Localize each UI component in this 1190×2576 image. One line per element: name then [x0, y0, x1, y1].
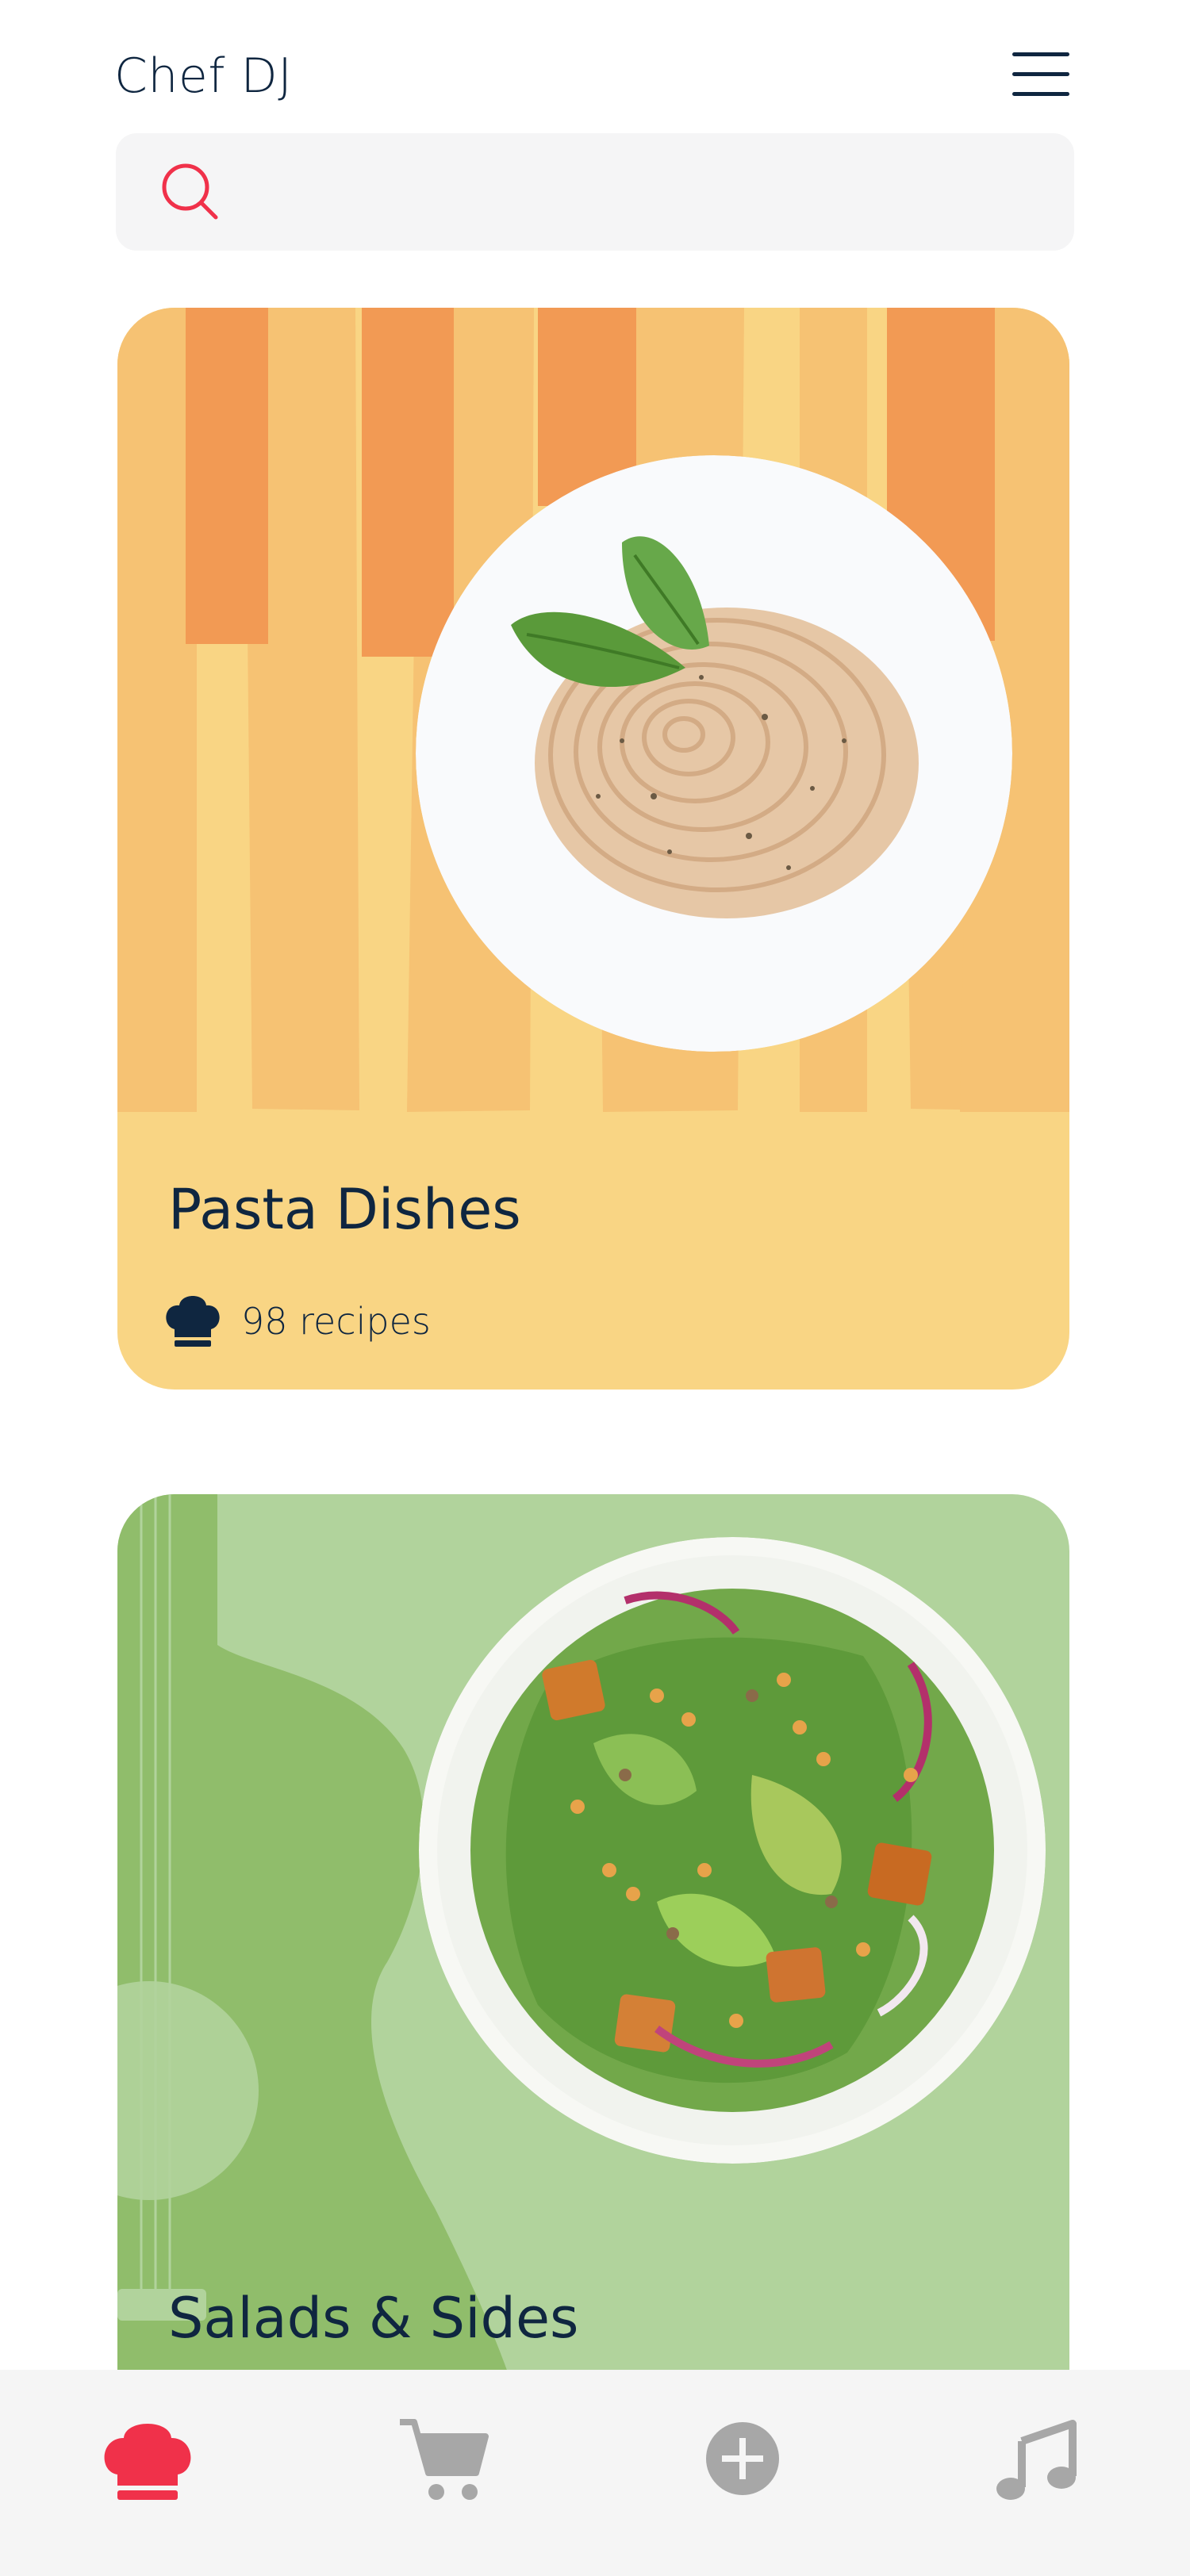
menu-line [1012, 52, 1069, 56]
recipe-count: 98 recipes [241, 1300, 431, 1343]
category-card-pasta[interactable]: Pasta Dishes 98 recipes [117, 308, 1069, 1390]
nav-home[interactable] [98, 2409, 197, 2508]
nav-music[interactable] [987, 2409, 1085, 2508]
category-card-salads[interactable]: Salads & Sides [117, 1494, 1069, 2494]
app-header: Chef DJ [0, 0, 1190, 127]
cart-icon [400, 2419, 489, 2500]
music-note-icon [996, 2420, 1077, 2500]
menu-line [1012, 72, 1069, 76]
search-icon[interactable] [159, 160, 222, 224]
chef-hat-icon [104, 2424, 191, 2500]
plus-circle-icon [706, 2422, 779, 2495]
menu-line [1012, 92, 1069, 96]
search-bar[interactable] [116, 133, 1074, 251]
category-title: Pasta Dishes [168, 1177, 521, 1242]
app-title: Chef DJ [114, 48, 293, 104]
search-input[interactable] [251, 160, 1028, 224]
bottom-navigation [0, 2370, 1190, 2576]
pasta-dish-photo [416, 455, 1012, 1052]
nav-cart[interactable] [393, 2409, 492, 2508]
category-title: Salads & Sides [168, 2286, 579, 2351]
hamburger-menu-icon[interactable] [1008, 48, 1074, 103]
nav-add[interactable] [693, 2409, 792, 2508]
salad-dish-photo [419, 1537, 1046, 2164]
chef-hat-icon [166, 1296, 220, 1347]
